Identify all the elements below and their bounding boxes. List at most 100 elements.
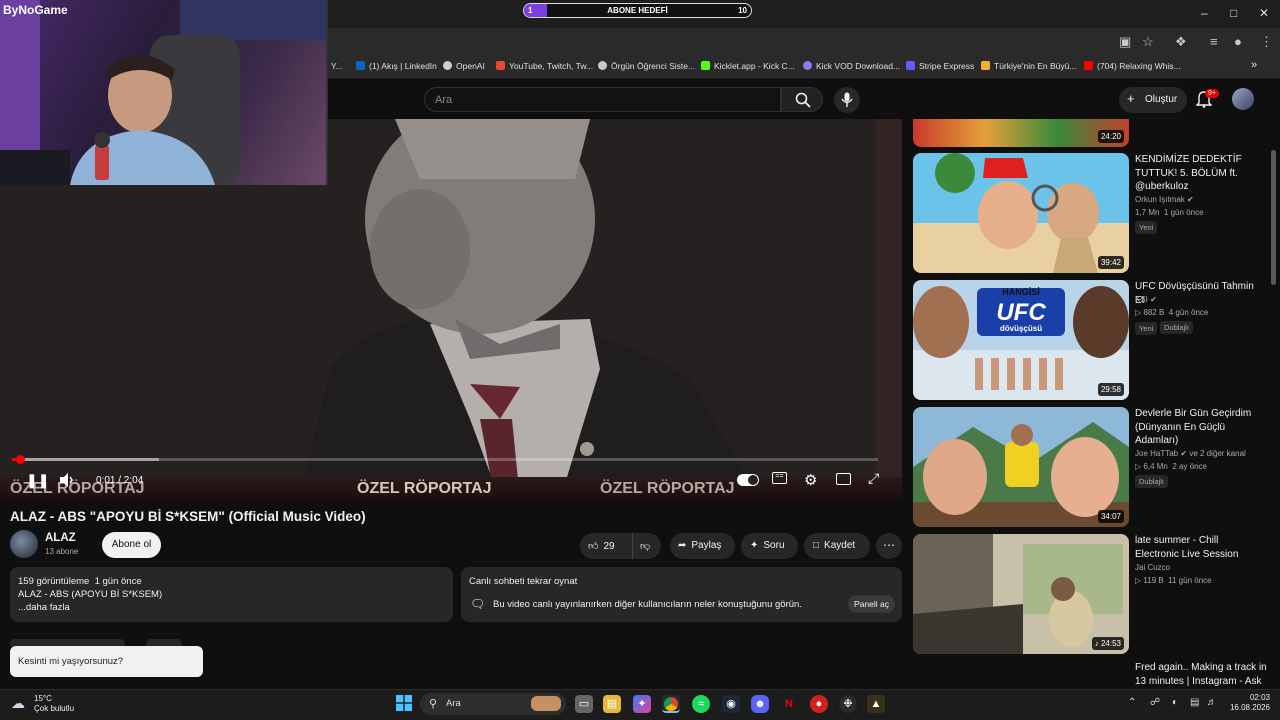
search-label: Ara: [446, 698, 461, 709]
related-channel[interactable]: Orkun Işıtmak ✔: [1135, 195, 1194, 204]
related-channel[interactable]: Joe HaTTab ✔ ve 2 diğer kanal: [1135, 449, 1270, 458]
show-more-link[interactable]: ...daha fazla: [18, 601, 445, 614]
volume-icon[interactable]: [59, 472, 75, 488]
share-button[interactable]: ➦ Paylaş: [670, 533, 735, 559]
cast-icon[interactable]: ▣: [1119, 34, 1131, 50]
plus-icon: +: [1127, 91, 1135, 106]
copilot-icon[interactable]: ✦: [633, 695, 651, 713]
view-count: 6,4 Mn: [1143, 462, 1168, 471]
related-channel[interactable]: KSI ✔: [1135, 295, 1157, 304]
playlist-icon[interactable]: ≡: [1210, 34, 1218, 49]
autoplay-toggle[interactable]: [737, 474, 759, 486]
open-panel-button[interactable]: Paneli aç: [848, 595, 895, 613]
bookmark-item[interactable]: Örgün Öğrenci Siste...: [598, 61, 695, 71]
more-actions-button[interactable]: ⋯: [876, 533, 902, 559]
miniplayer-icon[interactable]: [836, 473, 851, 485]
issue-toast[interactable]: Kesinti mi yaşıyorsunuz?: [10, 646, 203, 677]
weather-widget[interactable]: 15°C Çok bulutlu: [34, 694, 74, 714]
menu-icon[interactable]: ⋮: [1260, 34, 1273, 50]
voice-search-button[interactable]: [834, 87, 860, 113]
toggle-knob: [748, 475, 758, 485]
account-avatar[interactable]: [1232, 88, 1254, 110]
extensions-icon[interactable]: ❖: [1175, 34, 1187, 50]
related-thumbnail[interactable]: ♪ 24:53: [913, 534, 1129, 654]
pause-icon[interactable]: ❚❚: [26, 472, 49, 489]
bookmark-item[interactable]: Y...: [331, 61, 343, 71]
close-icon[interactable]: ✕: [1259, 6, 1269, 20]
fullscreen-icon[interactable]: ⤢: [868, 470, 879, 487]
related-thumbnail[interactable]: HANGİSİ UFC dövüşçüsü 29:58: [913, 280, 1129, 400]
wifi-icon[interactable]: ◐: [1172, 697, 1178, 708]
channel-avatar[interactable]: [10, 530, 38, 558]
temperature: 15°C: [34, 694, 52, 703]
bookmark-item[interactable]: Stripe Express: [906, 61, 974, 71]
related-meta: 1,7 Mn 1 gün önce: [1135, 208, 1204, 217]
channel-name[interactable]: ALAZ: [45, 532, 76, 544]
related-channel[interactable]: Jai Cuzco: [1135, 563, 1170, 572]
bookmark-item[interactable]: (704) Relaxing Whis...: [1084, 61, 1181, 71]
save-button[interactable]: □ Kaydet: [804, 533, 870, 559]
upload-age: 4 gün önce: [1168, 308, 1209, 317]
steam-icon[interactable]: ◉: [722, 695, 740, 713]
related-thumbnail[interactable]: 39:42: [913, 153, 1129, 273]
weather-condition: Çok bulutlu: [34, 704, 75, 713]
dubbed-badge: Dublajlı: [1160, 321, 1194, 334]
maximize-icon[interactable]: □: [1230, 6, 1237, 20]
bookmark-item[interactable]: YouTube, Twitch, Tw...: [496, 61, 593, 71]
channel-name: Orkun Işıtmak: [1135, 195, 1185, 204]
related-title[interactable]: KENDİMİZE DEDEKTİF TUTTUK! 5. BÖLÜM ft. …: [1135, 153, 1263, 194]
speaker-icon[interactable]: ♬: [1207, 697, 1217, 708]
windows-start-icon[interactable]: [396, 695, 412, 711]
file-explorer-icon[interactable]: ▤: [603, 695, 621, 713]
search-input[interactable]: Ara: [424, 87, 781, 112]
share-icon: ➦: [678, 540, 687, 551]
bookmark-star-icon[interactable]: ☆: [1142, 34, 1154, 50]
bookmark-item[interactable]: Kicklet.app - Kick C...: [701, 61, 795, 71]
bookmark-item[interactable]: Türkiye'nin En Büyü...: [981, 61, 1076, 71]
clock-time: 02:03: [1249, 693, 1270, 702]
minimize-icon[interactable]: –: [1201, 6, 1208, 20]
video-duration: 29:58: [1097, 383, 1124, 396]
app-icon[interactable]: ▲: [867, 695, 885, 713]
settings-icon[interactable]: ⚙: [804, 471, 817, 489]
discord-icon[interactable]: ☻: [751, 695, 769, 713]
app-icon[interactable]: ❉: [839, 695, 857, 713]
banner-text: ÖZEL RÖPORTAJ: [357, 480, 492, 497]
progress-bar[interactable]: [12, 455, 878, 464]
search-icon: ⚲: [429, 698, 438, 710]
bookmark-item[interactable]: OpenAI: [443, 61, 485, 71]
spotify-icon[interactable]: ≈: [692, 695, 710, 713]
network-icon[interactable]: ▤: [1190, 697, 1199, 708]
task-view-icon[interactable]: ▭: [575, 695, 593, 713]
bookmark-item[interactable]: Kick VOD Download...: [803, 61, 900, 71]
taskbar-clock[interactable]: 02:03 16.08.2026: [1224, 693, 1270, 713]
app-icon[interactable]: ●: [810, 695, 828, 713]
more-icon: ⋯: [883, 538, 895, 552]
description-box[interactable]: 159 görüntüleme 1 gün önce ALAZ - ABS (A…: [10, 567, 453, 622]
related-thumbnail[interactable]: 34:07: [913, 407, 1129, 527]
bookmark-item[interactable]: (1) Akış | LinkedIn: [356, 61, 437, 71]
notification-badge: 9+: [1205, 89, 1219, 98]
subscribe-button[interactable]: Abone ol: [102, 532, 161, 558]
create-button[interactable]: + Oluştur: [1119, 87, 1187, 113]
bookmarks-overflow-icon[interactable]: »: [1251, 59, 1257, 71]
dislike-button[interactable]: 👎︎: [632, 533, 661, 559]
related-thumbnail[interactable]: 24:20: [913, 119, 1129, 147]
related-title[interactable]: late summer - Chill Electronic Live Sess…: [1135, 534, 1263, 561]
related-title[interactable]: Fred again.. Making a track in 13 minute…: [1135, 661, 1275, 688]
search-button[interactable]: [781, 87, 823, 112]
like-button[interactable]: 👍︎ 29: [580, 533, 632, 559]
tray-icon[interactable]: ☍: [1150, 697, 1160, 708]
sidebar-scrollbar[interactable]: [1271, 150, 1276, 285]
taskbar-search[interactable]: ⚲ Ara: [420, 693, 566, 715]
chat-replay-box: Canlı sohbeti tekrar oynat 🗨︎ Bu video c…: [461, 567, 902, 622]
scrubber-handle[interactable]: [16, 455, 25, 464]
tray-overflow-icon[interactable]: ⌃: [1128, 697, 1136, 708]
netflix-icon[interactable]: N: [780, 695, 798, 713]
subtitles-icon[interactable]: ==: [772, 472, 787, 484]
profile-icon[interactable]: ●: [1234, 34, 1242, 49]
chrome-icon[interactable]: [662, 695, 680, 713]
microphone-icon: [841, 92, 853, 107]
related-title[interactable]: Devlerle Bir Gün Geçirdim (Dünyanın En G…: [1135, 407, 1263, 448]
ask-button[interactable]: ✦ Soru: [741, 533, 798, 559]
